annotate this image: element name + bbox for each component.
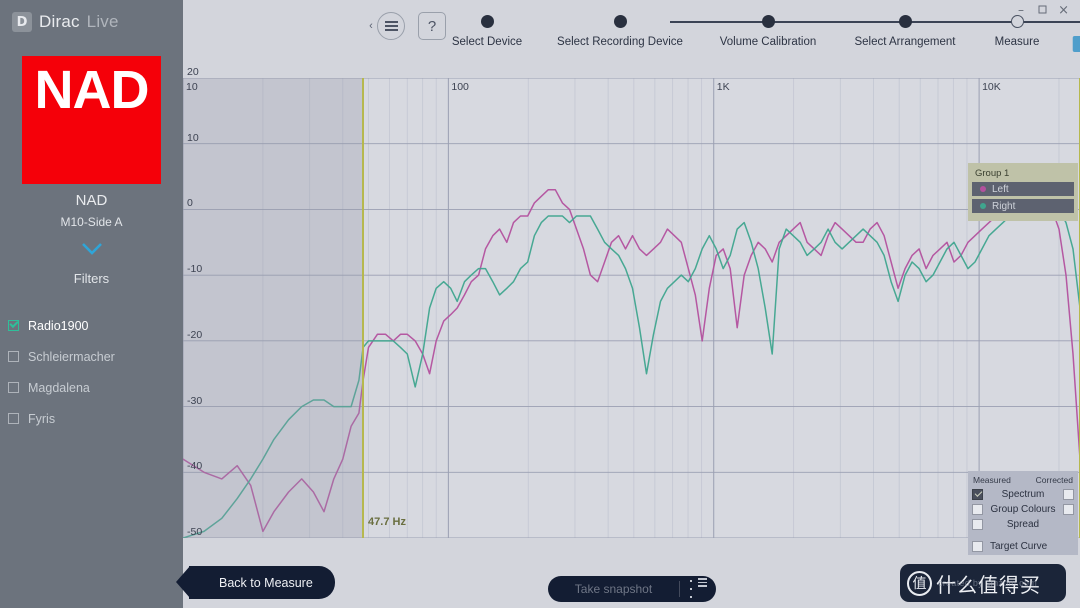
x-axis-tick-label: 10K [982, 81, 1001, 93]
channel-color-swatch [980, 203, 986, 209]
target-curve-panel: Target Curve [968, 537, 1078, 556]
view-row-label: Spread [1006, 519, 1040, 530]
channel-left[interactable]: Left [972, 182, 1074, 196]
product-name: NAD [75, 192, 108, 209]
y-axis-tick-label: -40 [187, 460, 203, 473]
step-label: Volume Calibration [719, 36, 817, 48]
step-dot [480, 15, 494, 28]
target-curve-checkbox[interactable] [972, 541, 983, 552]
y-axis-tick-label: 10 [187, 131, 199, 144]
watermark: 值 什么值得买 created by smzdm.com [900, 564, 1066, 602]
step-dot [613, 15, 627, 28]
y-axis-tick-label: 0 [187, 197, 193, 210]
view-panel-header: Measured Corrected [972, 475, 1074, 485]
product-subtitle: M10-Side A [60, 215, 123, 229]
dirac-live-window: D Dirac Live NAD NAD M10-Side A Filters … [0, 0, 1080, 608]
brand: D Dirac Live [0, 0, 183, 32]
view-row-spread: Spread [972, 518, 1074, 531]
detected-range-low-label: 47.7 Hz [368, 516, 406, 528]
x-axis-tick-label: 100 [451, 81, 469, 93]
take-snapshot-button[interactable]: Take snapshot [548, 576, 716, 602]
y-axis-tick-label: -20 [187, 328, 203, 341]
step-dot [1010, 15, 1024, 28]
view-row-label: Spectrum [1001, 489, 1045, 500]
detected-range-low-marker[interactable] [362, 78, 365, 538]
spectrum-corrected-checkbox[interactable] [1063, 489, 1074, 500]
step-label: Filter Design [1072, 36, 1080, 52]
filter-checkbox[interactable] [8, 351, 19, 362]
y-axis-tick-label: -50 [187, 526, 203, 538]
chart-area: 47.7 Hz 24.0 kHz 101001K10K20100-10-20-3… [183, 66, 1080, 608]
filter-label: Radio1900 [28, 318, 89, 333]
curtain-low [183, 78, 364, 538]
spread-corrected-placeholder [1063, 519, 1074, 530]
filter-list: Radio1900 Schleiermacher Magdalena Fyris [0, 310, 183, 434]
watermark-ghost-text: created by smzdm.com [938, 578, 1038, 588]
view-options-panel: Measured Corrected Spectrum Group Colour… [968, 471, 1078, 539]
filter-checkbox[interactable] [8, 320, 19, 331]
column-measured-label: Measured [973, 475, 1011, 485]
sidebar: D Dirac Live NAD NAD M10-Side A Filters … [0, 0, 183, 608]
y-axis-tick-label: -10 [187, 263, 203, 276]
brand-primary: Dirac [39, 12, 80, 31]
filter-item-fyris[interactable]: Fyris [0, 403, 183, 434]
x-axis-tick-label: 10 [186, 81, 198, 93]
back-to-measure-button[interactable]: Back to Measure [176, 566, 335, 599]
y-axis-tick-label: 20 [187, 66, 199, 78]
group-colours-measured-checkbox[interactable] [972, 504, 983, 515]
target-curve-label: Target Curve [990, 541, 1048, 552]
x-axis-tick-label: 1K [716, 81, 730, 93]
target-curve-row[interactable]: Target Curve [972, 541, 1074, 552]
step-dot [898, 15, 912, 28]
y-axis-tick-label: -30 [187, 394, 203, 407]
workflow-stepper: Select Device Select Recording Device Vo… [366, 0, 1080, 78]
spectrum-measured-checkbox[interactable] [972, 489, 983, 500]
filter-label: Fyris [28, 411, 56, 426]
filter-checkbox[interactable] [8, 413, 19, 424]
product-logo: NAD [22, 56, 161, 184]
group-title: Group 1 [975, 168, 1010, 179]
filter-item-schleiermacher[interactable]: Schleiermacher [0, 341, 183, 372]
spread-measured-checkbox[interactable] [972, 519, 983, 530]
channel-label: Left [992, 183, 1009, 195]
group-colours-corrected-checkbox[interactable] [1063, 504, 1074, 515]
step-dot [761, 15, 775, 28]
step-label: Measure [994, 36, 1040, 48]
filter-item-radio1900[interactable]: Radio1900 [0, 310, 183, 341]
view-row-group-colours: Group Colours [972, 503, 1074, 516]
brand-secondary: Live [86, 12, 119, 31]
view-row-label: Group Colours [990, 504, 1056, 515]
filter-item-magdalena[interactable]: Magdalena [0, 372, 183, 403]
magnitude-response-plot[interactable]: 47.7 Hz 24.0 kHz 101001K10K20100-10-20-3… [183, 66, 1080, 538]
channel-color-swatch [980, 186, 986, 192]
take-snapshot-label: Take snapshot [574, 582, 653, 596]
back-to-measure-label: Back to Measure [219, 575, 313, 590]
watermark-logo-icon: 值 [907, 570, 932, 596]
filter-label: Magdalena [28, 380, 90, 395]
top-bar: ‹ ? – × Select Device Select Recording D… [183, 0, 1080, 78]
view-row-spectrum: Spectrum [972, 488, 1074, 501]
list-icon[interactable] [680, 576, 716, 601]
column-corrected-label: Corrected [1035, 475, 1073, 485]
chevron-down-icon[interactable] [0, 238, 183, 258]
filter-checkbox[interactable] [8, 382, 19, 393]
dirac-logo-icon: D [12, 12, 32, 32]
channel-right[interactable]: Right [972, 199, 1074, 213]
group-panel: Group 1 Left Right [968, 163, 1078, 221]
filter-label: Schleiermacher [28, 349, 115, 364]
filters-section-label: Filters [73, 271, 110, 286]
step-label: Select Recording Device [557, 36, 683, 48]
channel-label: Right [992, 200, 1016, 212]
